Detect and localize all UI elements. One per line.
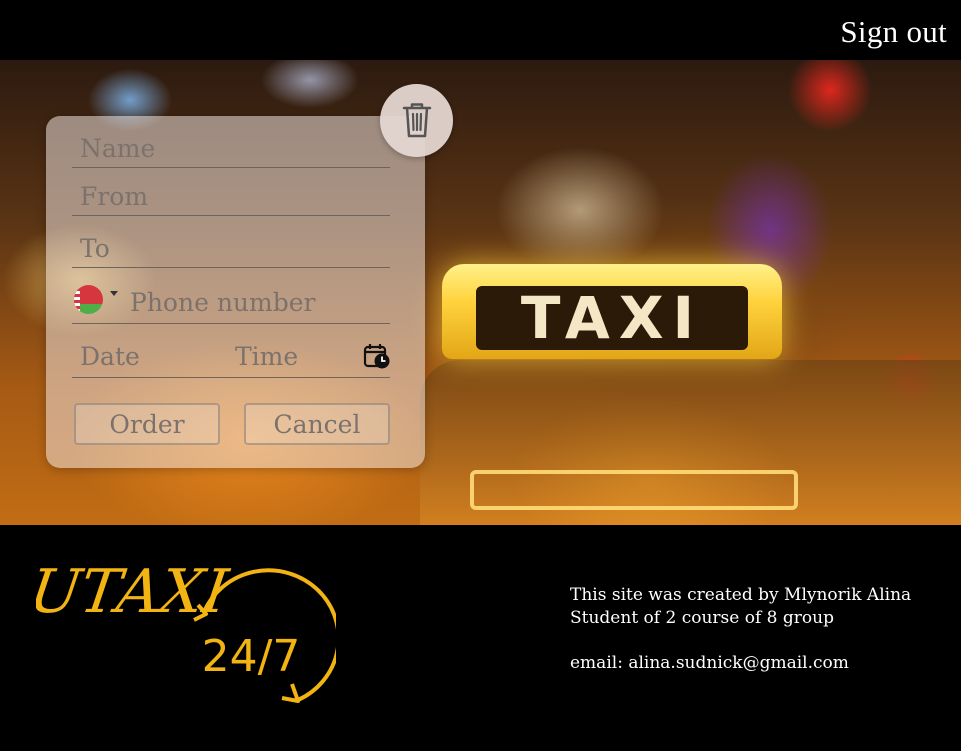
utaxi-logo: UTAXI 24/7 (36, 557, 336, 703)
credit-email[interactable]: email: alina.sudnick@gmail.com (570, 652, 911, 675)
top-bar: Sign out (0, 0, 961, 60)
taxi-car-stripe (470, 470, 798, 510)
to-input[interactable] (72, 230, 390, 268)
footer: UTAXI 24/7 This site was created by Mlyn… (0, 525, 961, 751)
cancel-button[interactable]: Cancel (244, 403, 390, 445)
date-input[interactable] (72, 336, 222, 376)
phone-field (72, 282, 390, 324)
taxi-roof-sign: TAXI (442, 264, 782, 359)
date-time-field (72, 336, 390, 378)
name-input[interactable] (72, 130, 390, 168)
sign-out-link[interactable]: Sign out (840, 14, 947, 50)
credit-line-student: Student of 2 course of 8 group (570, 608, 834, 628)
belarus-flag-icon[interactable] (74, 285, 103, 314)
order-form-card: Order Cancel (46, 116, 425, 468)
clear-form-button[interactable] (380, 84, 453, 157)
trash-icon (402, 103, 432, 138)
credits-block: This site was created by Mlynorik Alina … (570, 584, 911, 675)
time-input[interactable] (227, 336, 357, 376)
taxi-sign-text: TAXI (476, 286, 748, 350)
svg-text:24/7: 24/7 (202, 631, 301, 682)
from-input[interactable] (72, 178, 390, 216)
credit-line-author: This site was created by Mlynorik Alina (570, 585, 912, 605)
calendar-clock-icon[interactable] (363, 342, 391, 370)
phone-input[interactable] (130, 282, 388, 322)
order-button[interactable]: Order (74, 403, 220, 445)
country-dropdown-caret-icon[interactable] (110, 291, 118, 296)
